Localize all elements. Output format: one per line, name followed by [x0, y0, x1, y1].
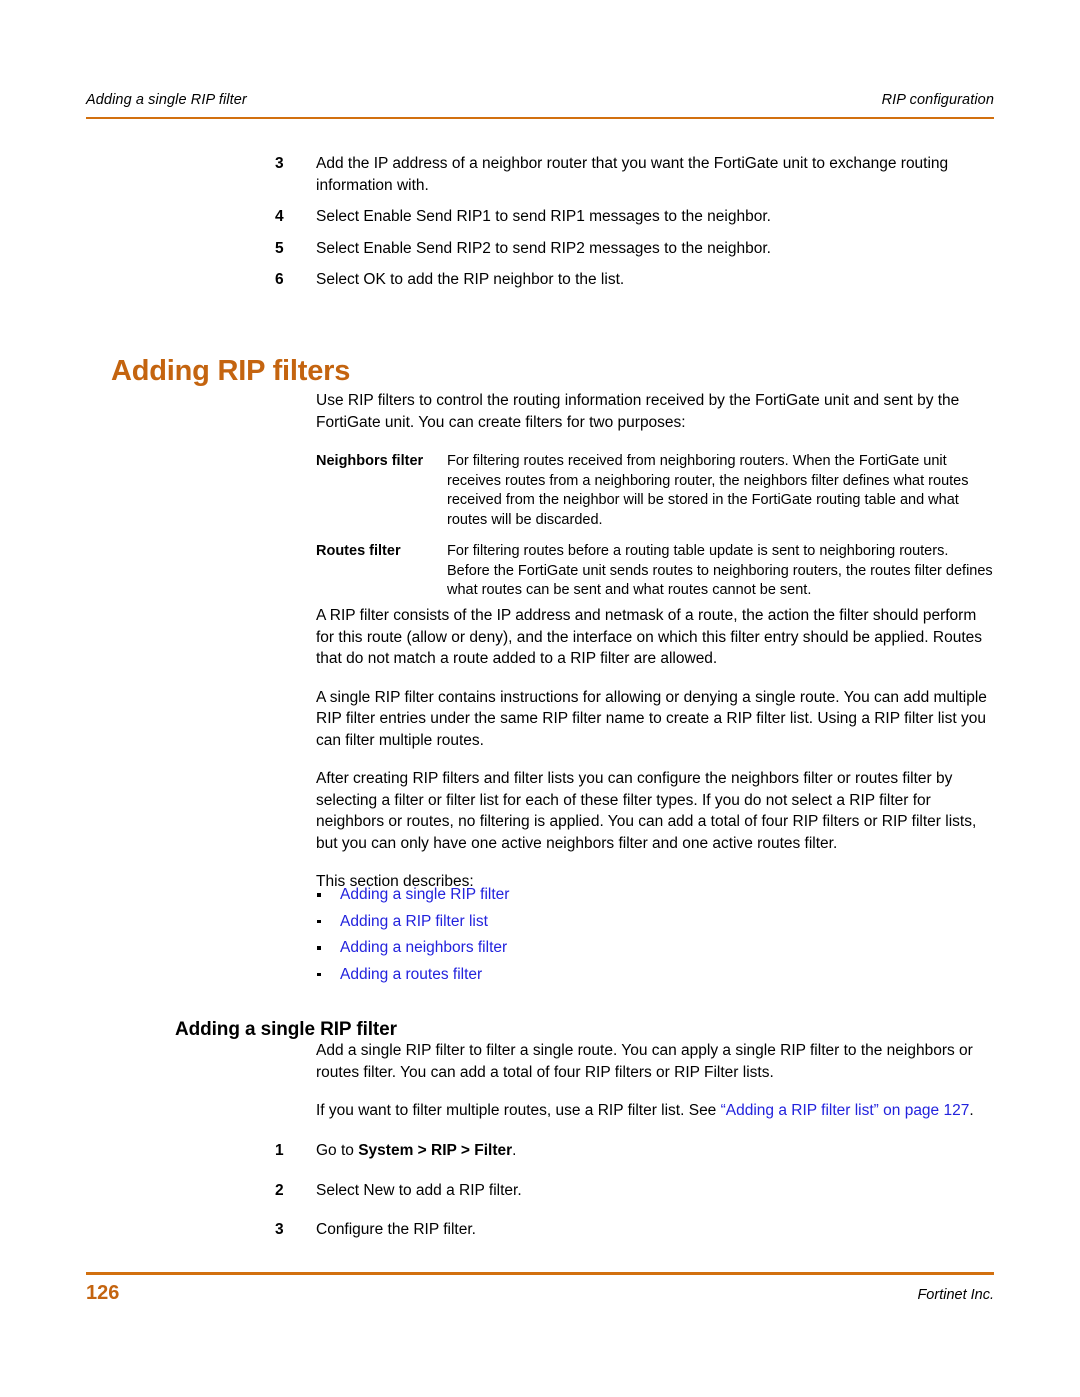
- section-heading: Adding RIP filters: [111, 355, 351, 388]
- definition-term: Neighbors filter: [316, 453, 424, 469]
- footer-divider-rule: [86, 1272, 994, 1275]
- step-item: 4 Select Enable Send RIP1 to send RIP1 m…: [0, 206, 1080, 228]
- paragraph-prefix-text: If you want to filter multiple routes, u…: [316, 1102, 721, 1119]
- subsection-paragraph-2: If you want to filter multiple routes, u…: [316, 1100, 994, 1122]
- step-text: Select Enable Send RIP1 to send RIP1 mes…: [316, 208, 771, 225]
- running-header: Adding a single RIP filter RIP configura…: [86, 92, 994, 108]
- step-number: 1: [275, 1142, 284, 1159]
- step-text-prefix: Go to: [316, 1142, 359, 1159]
- step-text-bold-path: System > RIP > Filter: [358, 1142, 513, 1159]
- step-text: Select Enable Send RIP2 to send RIP2 mes…: [316, 239, 771, 257]
- definition-row: Neighbors filter For filtering routes re…: [316, 452, 994, 530]
- list-item[interactable]: Adding a RIP filter list: [316, 911, 816, 938]
- subsection-body: Add a single RIP filter to filter a sing…: [316, 1040, 994, 1122]
- header-left-title: Adding a single RIP filter: [86, 92, 247, 108]
- definition-description: For filtering routes before a routing ta…: [447, 543, 993, 598]
- definition-row: Routes filter For filtering routes befor…: [316, 542, 994, 601]
- paragraph-rip-filter-definition: A RIP filter consists of the IP address …: [316, 607, 983, 667]
- subsection-paragraph-1: Add a single RIP filter to filter a sing…: [316, 1042, 973, 1081]
- section-intro-text: Use RIP filters to control the routing i…: [316, 392, 960, 431]
- step-number: 3: [275, 155, 284, 172]
- link-adding-a-rip-filter-list[interactable]: Adding a RIP filter list: [340, 913, 488, 930]
- paragraph-after-creating: After creating RIP filters and filter li…: [316, 770, 977, 852]
- subsection-heading: Adding a single RIP filter: [175, 1018, 397, 1040]
- link-adding-a-rip-filter-list-page-127[interactable]: “Adding a RIP filter list” on page 127: [721, 1102, 970, 1119]
- step-item: 5 Select Enable Send RIP2 to send RIP2 m…: [0, 238, 1080, 260]
- section-body-paragraphs: A RIP filter consists of the IP address …: [316, 605, 994, 893]
- subsection-procedure-list: 1 Go to System > RIP > Filter. 2 Select …: [0, 1140, 1080, 1251]
- link-adding-a-neighbors-filter[interactable]: Adding a neighbors filter: [340, 939, 507, 956]
- step-number: 5: [275, 239, 284, 257]
- step-item: 1 Go to System > RIP > Filter.: [0, 1140, 1080, 1162]
- header-right-title: RIP configuration: [881, 92, 994, 108]
- step-item: 3 Add the IP address of a neighbor route…: [0, 153, 1080, 196]
- definition-description: For filtering routes received from neigh…: [447, 453, 969, 528]
- step-item: 2 Select New to add a RIP filter.: [0, 1180, 1080, 1202]
- document-page: Adding a single RIP filter RIP configura…: [0, 0, 1080, 1397]
- filter-definition-list: Neighbors filter For filtering routes re…: [316, 452, 994, 601]
- step-item: 6 Select OK to add the RIP neighbor to t…: [0, 269, 1080, 291]
- step-number: 3: [275, 1221, 284, 1238]
- bullet-icon: [317, 946, 321, 950]
- page-number: 126: [86, 1282, 120, 1304]
- step-number: 4: [275, 208, 284, 225]
- step-number: 2: [275, 1181, 284, 1199]
- step-number: 6: [275, 271, 284, 288]
- top-procedure-list: 3 Add the IP address of a neighbor route…: [0, 153, 1080, 301]
- publisher-name: Fortinet Inc.: [917, 1287, 994, 1303]
- step-text-suffix: .: [512, 1142, 517, 1159]
- link-adding-a-single-rip-filter[interactable]: Adding a single RIP filter: [340, 886, 509, 903]
- page-footer: 126 Fortinet Inc.: [86, 1282, 994, 1305]
- paragraph-suffix-text: .: [969, 1102, 974, 1119]
- step-text: Add the IP address of a neighbor router …: [316, 155, 949, 194]
- link-adding-a-routes-filter[interactable]: Adding a routes filter: [340, 966, 482, 983]
- list-item[interactable]: Adding a routes filter: [316, 964, 816, 991]
- step-text: Select New to add a RIP filter.: [316, 1181, 522, 1199]
- step-text: Configure the RIP filter.: [316, 1221, 476, 1238]
- list-item[interactable]: Adding a single RIP filter: [316, 884, 816, 911]
- section-intro: Use RIP filters to control the routing i…: [316, 390, 994, 433]
- step-text: Select OK to add the RIP neighbor to the…: [316, 271, 625, 288]
- bullet-icon: [317, 893, 321, 897]
- bullet-icon: [317, 972, 321, 976]
- bullet-icon: [317, 919, 321, 923]
- list-item[interactable]: Adding a neighbors filter: [316, 937, 816, 964]
- header-divider-rule: [86, 117, 994, 119]
- section-link-list: Adding a single RIP filter Adding a RIP …: [316, 884, 816, 990]
- step-text: Go to System > RIP > Filter.: [316, 1140, 994, 1162]
- definition-term: Routes filter: [316, 543, 401, 559]
- step-item: 3 Configure the RIP filter.: [0, 1219, 1080, 1241]
- paragraph-single-rip-filter: A single RIP filter contains instruction…: [316, 688, 987, 749]
